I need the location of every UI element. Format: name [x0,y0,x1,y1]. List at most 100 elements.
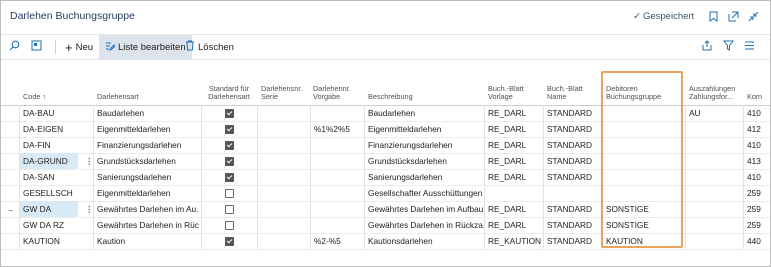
cell-ausz[interactable] [689,153,743,169]
cell-bvorlage[interactable]: RE_DARL [488,217,544,233]
cell-ausz[interactable] [689,201,743,217]
standard-checkbox[interactable] [225,141,234,150]
cell-beschr[interactable]: Sanierungsdarlehen [368,169,484,185]
cell-code[interactable]: DA-BAU [23,105,75,121]
cell-bname[interactable]: STANDARD [547,105,599,121]
table-row[interactable]: GW DA RZ Gewährtes Darlehen in Rück... Gew… [1,217,770,234]
cell-art[interactable]: Kaution [97,233,199,249]
table-row[interactable]: KAUTION Kaution %2-%5 Kautionsdarlehen RE_KA… [1,233,770,250]
cell-debitor[interactable] [606,185,678,201]
cell-bvorlage[interactable]: RE_DARL [488,137,544,153]
cell-beschr[interactable]: Gesellschafter Ausschüttungen [368,185,484,201]
cell-art[interactable]: Finanzierungsdarlehen [97,137,199,153]
filter-button[interactable] [722,35,737,59]
cell-ausz[interactable] [689,185,743,201]
cell-ausz[interactable]: AU [689,105,743,121]
cell-beschr[interactable]: Eigenmitteldarlehen [368,121,484,137]
standard-checkbox[interactable] [225,109,234,118]
cell-vorlage[interactable] [314,137,364,153]
cell-bname[interactable]: STANDARD [547,169,599,185]
cell-code[interactable]: KAUTION [23,233,75,249]
cell-bvorlage[interactable]: RE_DARL [488,121,544,137]
column-options-button[interactable] [744,35,758,59]
column-header-serie[interactable]: Darlehensnr. Serie [261,85,305,101]
table-row[interactable]: DA-GRUND Grundstücksdarlehen Grundstücksda… [1,153,770,170]
cell-bvorlage[interactable]: RE_DARL [488,153,544,169]
cell-code[interactable]: GW DA RZ [23,217,75,233]
cell-bvorlage[interactable] [488,185,544,201]
cell-code[interactable]: DA-EIGEN [23,121,75,137]
column-header-vorlage[interactable]: Darlehennr. Vorgabe [313,85,361,101]
cell-beschr[interactable]: Baudarlehen [368,105,484,121]
open-new-window-icon[interactable] [726,9,740,23]
cell-vorlage[interactable] [314,105,364,121]
row-actions-menu-icon[interactable]: ⋮ [85,201,93,217]
standard-checkbox[interactable] [225,237,234,246]
cell-bname[interactable] [547,185,599,201]
cell-vorlage[interactable] [314,153,364,169]
cell-vorlage[interactable]: %2-%5 [314,233,364,249]
cell-kom[interactable]: 259 [747,201,770,217]
standard-checkbox[interactable] [225,157,234,166]
cell-bname[interactable]: STANDARD [547,201,599,217]
table-row[interactable]: DA-BAU Baudarlehen Baudarlehen RE_DARL STAND… [1,105,770,122]
cell-beschr[interactable]: Gewährtes Darlehen im Aufbau [368,201,484,217]
cell-vorlage[interactable] [314,169,364,185]
table-row[interactable]: GESELLSCH Eigenmitteldarlehen Gesellschaft… [1,185,770,202]
standard-checkbox[interactable] [225,173,234,182]
row-actions-menu-icon[interactable]: ⋮ [85,153,93,169]
cell-bname[interactable]: STANDARD [547,217,599,233]
cell-ausz[interactable] [689,233,743,249]
cell-vorlage[interactable] [314,201,364,217]
standard-checkbox[interactable] [225,189,234,198]
cell-bvorlage[interactable]: RE_DARL [488,201,544,217]
table-row[interactable]: → GW DA Gewährtes Darlehen im Au... Gewährt… [1,201,770,218]
bookmark-icon[interactable] [706,9,720,23]
standard-checkbox[interactable] [225,205,234,214]
search-button[interactable] [9,35,23,59]
standard-checkbox[interactable] [225,125,234,134]
cell-bvorlage[interactable]: RE_DARL [488,169,544,185]
cell-bvorlage[interactable]: RE_KAUTION [488,233,544,249]
column-header-darlehensart[interactable]: Darlehensart [97,93,139,101]
standard-checkbox[interactable] [225,221,234,230]
cell-art[interactable]: Eigenmitteldarlehen [97,121,199,137]
cell-kom[interactable]: 259 [747,185,770,201]
cell-beschr[interactable]: Finanzierungsdarlehen [368,137,484,153]
cell-code[interactable]: GESELLSCH [23,185,75,201]
column-header-beschreibung[interactable]: Beschreibung [368,93,413,101]
cell-debitor[interactable]: SONSTIGE [606,201,678,217]
new-button[interactable]: + Neu [65,35,93,59]
cell-kom[interactable]: 413 [747,153,770,169]
cell-debitor[interactable] [606,121,678,137]
cell-art[interactable]: Grundstücksdarlehen [97,153,199,169]
column-header-buchblatt-name[interactable]: Buch.-Blatt Name [547,85,595,101]
cell-art[interactable]: Gewährtes Darlehen im Au... [97,201,199,217]
cell-kom[interactable]: 410 [747,105,770,121]
cell-bvorlage[interactable]: RE_DARL [488,105,544,121]
column-header-code[interactable]: Code ↑ [23,93,46,101]
show-as-list-button[interactable] [31,35,45,59]
cell-beschr[interactable]: Gewährtes Darlehen in Rückza... [368,217,484,233]
column-header-auszahlungen[interactable]: Auszahlungen Zahlungsfor... [689,85,743,101]
cell-code[interactable]: DA-GRUND [20,153,78,169]
cell-code[interactable]: DA-SAN [23,169,75,185]
table-row[interactable]: DA-SAN Sanierungsdarlehen Sanierungsdarleh… [1,169,770,186]
column-header-buchblatt-vorlage[interactable]: Buch.-Blatt Vorlage [488,85,536,101]
cell-debitor[interactable] [606,137,678,153]
cell-debitor[interactable]: SONSTIGE [606,217,678,233]
cell-debitor[interactable] [606,153,678,169]
cell-ausz[interactable] [689,169,743,185]
cell-art[interactable]: Baudarlehen [97,105,199,121]
cell-ausz[interactable] [689,217,743,233]
cell-vorlage[interactable] [314,185,364,201]
cell-ausz[interactable] [689,121,743,137]
cell-vorlage[interactable] [314,217,364,233]
delete-button[interactable]: Löschen [185,35,234,59]
cell-code[interactable]: DA-FIN [23,137,75,153]
cell-kom[interactable]: 259 [747,217,770,233]
cell-art[interactable]: Sanierungsdarlehen [97,169,199,185]
cell-ausz[interactable] [689,137,743,153]
cell-debitor[interactable] [606,105,678,121]
column-header-kom[interactable]: Kom [747,93,762,101]
